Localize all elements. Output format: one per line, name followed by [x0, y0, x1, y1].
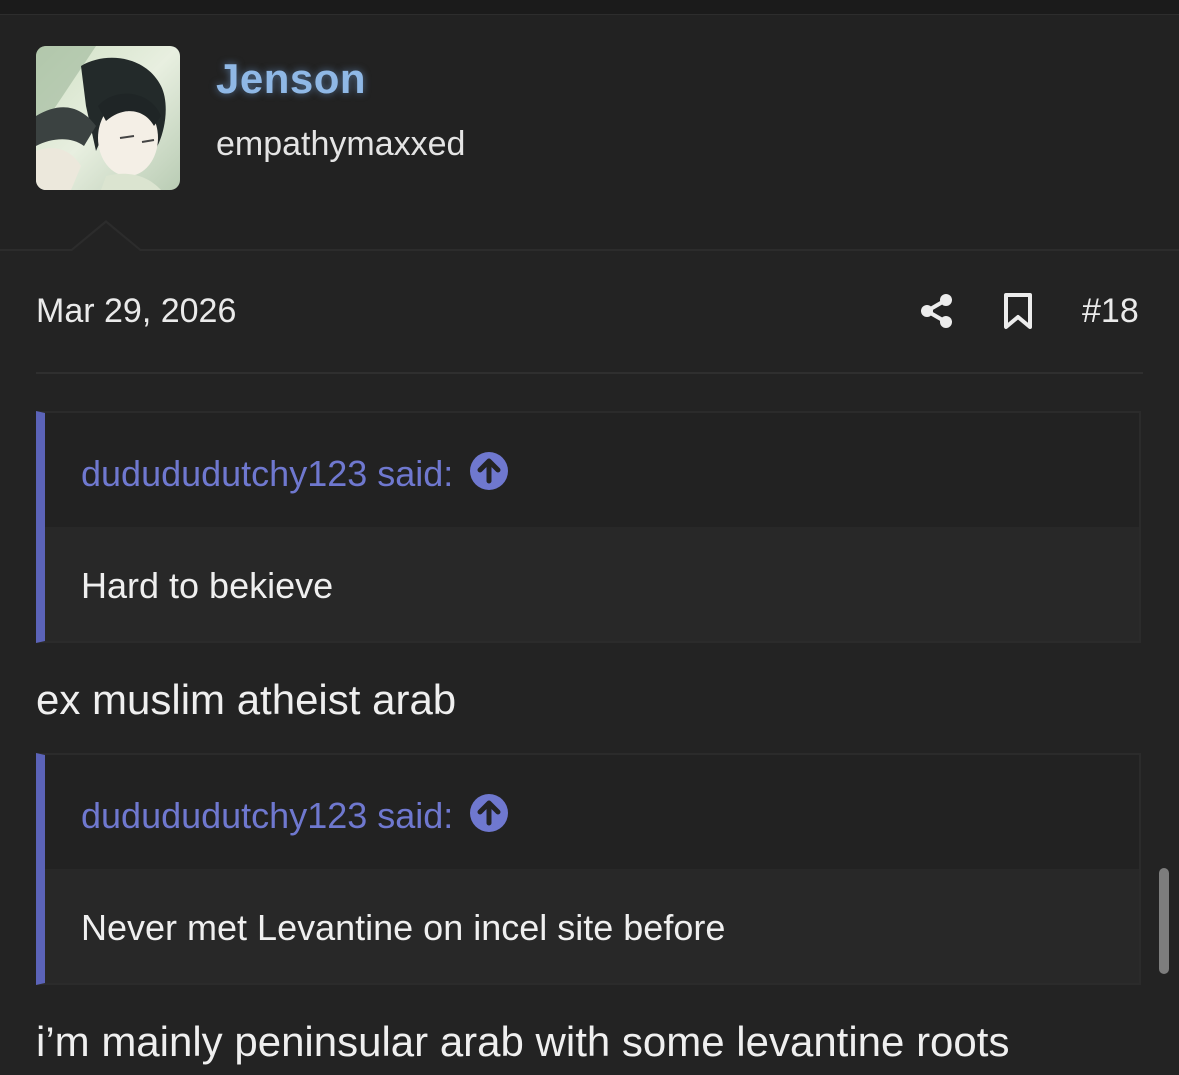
quote-header: dudududutchy123 said:: [45, 755, 1139, 869]
top-edge: [0, 0, 1179, 15]
avatar-image: [36, 46, 180, 190]
bookmark-icon[interactable]: [1001, 292, 1035, 330]
quote-header: dudududutchy123 said:: [45, 413, 1139, 527]
post-number[interactable]: #18: [1082, 292, 1139, 331]
post-date[interactable]: Mar 29, 2026: [36, 292, 236, 331]
scrollbar[interactable]: [1159, 868, 1169, 974]
quote-author[interactable]: dudududutchy123 said:: [81, 795, 453, 837]
quote-text: Hard to bekieve: [81, 565, 334, 606]
avatar[interactable]: [36, 46, 180, 190]
arrow-up-circle-icon[interactable]: [469, 451, 509, 491]
quote-block: dudududutchy123 said: Hard to bekieve: [36, 411, 1141, 643]
meta-divider: [36, 372, 1143, 374]
reply-text: i’m mainly peninsular arab with some lev…: [36, 1018, 1010, 1065]
forum-post-page: Jenson empathymaxxed Mar 29, 2026 #18 du…: [0, 0, 1179, 1075]
quote-text: Never met Levantine on incel site before: [81, 907, 726, 948]
username[interactable]: Jenson: [216, 55, 366, 103]
header-divider: [0, 249, 1179, 251]
quote-block: dudududutchy123 said: Never met Levantin…: [36, 753, 1141, 985]
share-icon[interactable]: [918, 292, 956, 330]
user-title: empathymaxxed: [216, 125, 466, 163]
reply-text: ex muslim atheist arab: [36, 676, 457, 723]
quote-author[interactable]: dudududutchy123 said:: [81, 453, 453, 495]
quote-body: Hard to bekieve: [45, 527, 1139, 641]
post-user-header: Jenson empathymaxxed: [0, 15, 1179, 249]
arrow-up-circle-icon[interactable]: [469, 793, 509, 833]
quote-body: Never met Levantine on incel site before: [45, 869, 1139, 983]
